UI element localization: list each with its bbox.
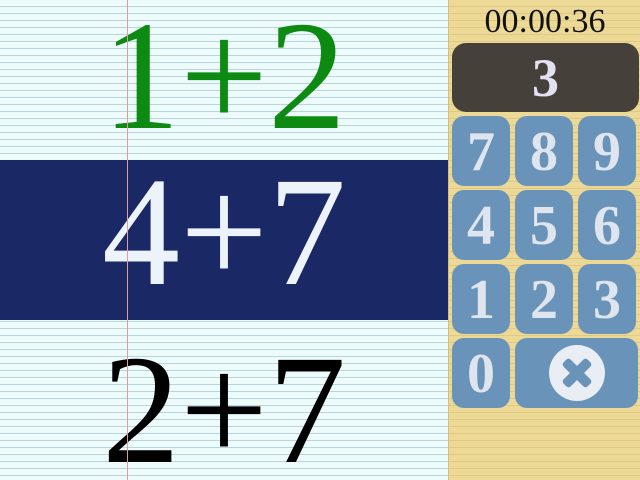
margin-line — [127, 0, 128, 480]
key-4-label: 4 — [467, 195, 495, 257]
answer-display: 3 — [452, 43, 639, 112]
key-6-label: 6 — [593, 195, 621, 257]
previous-problem: 1+2 — [0, 0, 448, 160]
current-problem: 4+7 — [0, 154, 448, 320]
key-0-label: 0 — [467, 343, 495, 405]
answer-value: 3 — [532, 47, 559, 108]
key-2[interactable]: 2 — [515, 264, 573, 334]
key-9-label: 9 — [593, 121, 621, 183]
key-2-label: 2 — [530, 269, 558, 331]
problem-paper: 1+2 4+7 2+7 — [0, 0, 448, 480]
keypad-panel: 00:00:36 3 7 8 9 4 5 6 1 2 3 0 — [448, 0, 640, 480]
clear-icon — [548, 345, 605, 401]
key-0[interactable]: 0 — [452, 338, 510, 408]
key-1[interactable]: 1 — [452, 264, 510, 334]
key-3-label: 3 — [593, 269, 621, 331]
current-problem-text: 4+7 — [102, 145, 346, 318]
clear-button[interactable] — [515, 338, 638, 408]
previous-problem-text: 1+2 — [102, 0, 346, 162]
key-3[interactable]: 3 — [578, 264, 636, 334]
key-6[interactable]: 6 — [578, 190, 636, 260]
key-5-label: 5 — [530, 195, 558, 257]
key-8-label: 8 — [530, 121, 558, 183]
math-practice-app: 1+2 4+7 2+7 00:00:36 3 7 8 9 4 5 6 1 2 3… — [0, 0, 640, 480]
timer: 00:00:36 — [484, 3, 606, 40]
key-1-label: 1 — [467, 269, 495, 331]
next-problem-text: 2+7 — [102, 323, 346, 480]
key-9[interactable]: 9 — [578, 116, 636, 186]
key-7-label: 7 — [467, 121, 495, 183]
key-7[interactable]: 7 — [452, 116, 510, 186]
next-problem: 2+7 — [0, 320, 448, 480]
key-4[interactable]: 4 — [452, 190, 510, 260]
key-5[interactable]: 5 — [515, 190, 573, 260]
key-8[interactable]: 8 — [515, 116, 573, 186]
